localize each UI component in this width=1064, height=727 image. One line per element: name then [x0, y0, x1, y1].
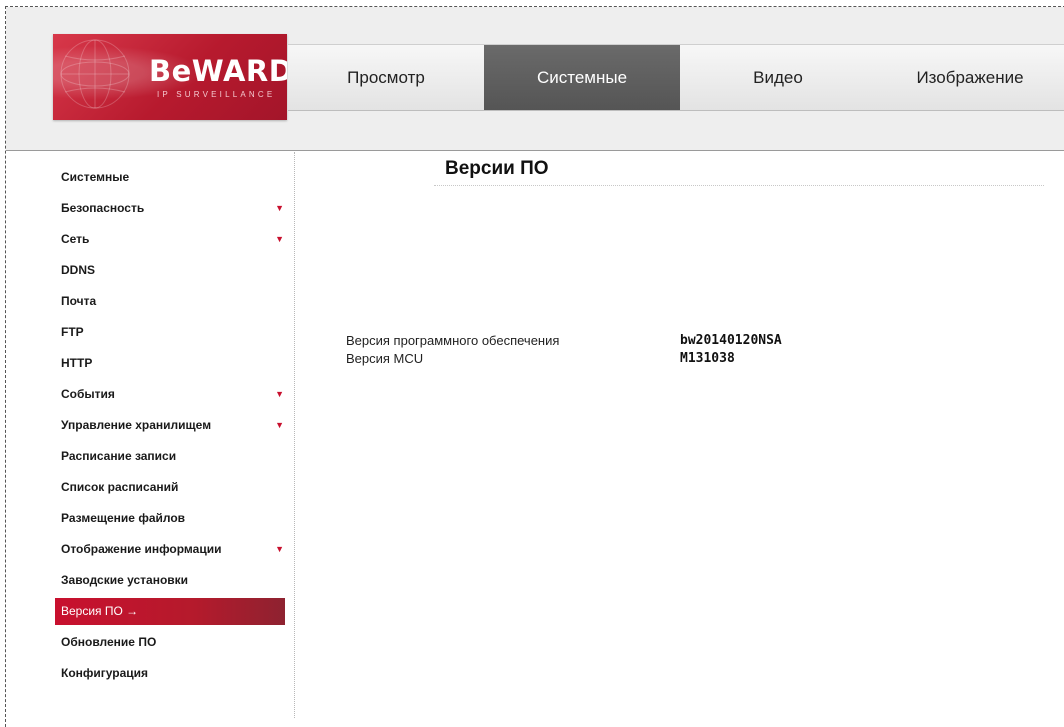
sidebar-item-label: Заводские установки [61, 573, 189, 587]
sidebar-item-system[interactable]: Системные [55, 162, 288, 193]
sidebar-item-label: Безопасность [61, 201, 145, 215]
sidebar-item-label: Управление хранилищем [61, 418, 212, 432]
submenu-arrow-icon: ▼ [275, 203, 284, 213]
title-divider [434, 185, 1044, 186]
tab-system[interactable]: Системные [484, 45, 680, 110]
submenu-arrow-icon: ▼ [275, 544, 284, 554]
sidebar-divider [294, 152, 295, 718]
sidebar: Системные Безопасность ▼ Сеть ▼ DDNS Почта… [55, 162, 288, 689]
sidebar-item-network[interactable]: Сеть ▼ [55, 224, 288, 255]
sidebar-item-configuration[interactable]: Конфигурация [55, 658, 288, 689]
sidebar-item-label: События [61, 387, 115, 401]
sidebar-item-label: HTTP [61, 356, 93, 370]
sidebar-item-label: Сеть [61, 232, 90, 246]
mcu-version-value: M131038 [680, 351, 735, 366]
sidebar-item-security[interactable]: Безопасность ▼ [55, 193, 288, 224]
sidebar-item-firmware-update[interactable]: Обновление ПО [55, 627, 288, 658]
sidebar-item-firmware-version[interactable]: Версия ПО → [55, 598, 285, 625]
mcu-version-label: Версия MCU [346, 351, 424, 366]
sidebar-item-mail[interactable]: Почта [55, 286, 288, 317]
tab-image[interactable]: Изображение [876, 45, 1064, 110]
brand-tagline: IP SURVEILLANCE [157, 90, 276, 99]
sidebar-item-label: FTP [61, 325, 84, 339]
sidebar-item-label: Размещение файлов [61, 511, 186, 525]
sidebar-item-label: Список расписаний [61, 480, 179, 494]
sidebar-item-record-schedule[interactable]: Расписание записи [55, 441, 288, 472]
sidebar-item-factory-defaults[interactable]: Заводские установки [55, 565, 288, 596]
sidebar-item-label: Конфигурация [61, 666, 149, 680]
submenu-arrow-icon: ▼ [275, 420, 284, 430]
sidebar-item-label: Почта [61, 294, 97, 308]
sidebar-item-ddns[interactable]: DDNS [55, 255, 288, 286]
brand-name: BeWARD [149, 54, 287, 88]
page-title: Версии ПО [445, 158, 549, 179]
sidebar-item-label: Версия ПО → [61, 604, 139, 618]
sidebar-item-label: Расписание записи [61, 449, 177, 463]
sidebar-item-label: DDNS [61, 263, 96, 277]
sidebar-item-file-location[interactable]: Размещение файлов [55, 503, 288, 534]
sidebar-item-label: Отображение информации [61, 542, 222, 556]
firmware-version-value: bw20140120NSA [680, 333, 782, 348]
tab-video[interactable]: Видео [680, 45, 876, 110]
sidebar-item-ftp[interactable]: FTP [55, 317, 288, 348]
tab-preview[interactable]: Просмотр [288, 45, 484, 110]
submenu-arrow-icon: ▼ [275, 234, 284, 244]
firmware-version-label: Версия программного обеспечения [346, 333, 560, 348]
sidebar-item-label: Обновление ПО [61, 635, 157, 649]
sidebar-item-events[interactable]: События ▼ [55, 379, 288, 410]
sidebar-item-info-display[interactable]: Отображение информации ▼ [55, 534, 288, 565]
submenu-arrow-icon: ▼ [275, 389, 284, 399]
sidebar-item-storage[interactable]: Управление хранилищем ▼ [55, 410, 288, 441]
sidebar-item-schedule-list[interactable]: Список расписаний [55, 472, 288, 503]
sidebar-item-label: Системные [61, 170, 130, 184]
sidebar-item-http[interactable]: HTTP [55, 348, 288, 379]
main-nav: Просмотр Системные Видео Изображение [288, 44, 1064, 111]
beward-logo[interactable]: BeWARD IP SURVEILLANCE [53, 34, 287, 120]
